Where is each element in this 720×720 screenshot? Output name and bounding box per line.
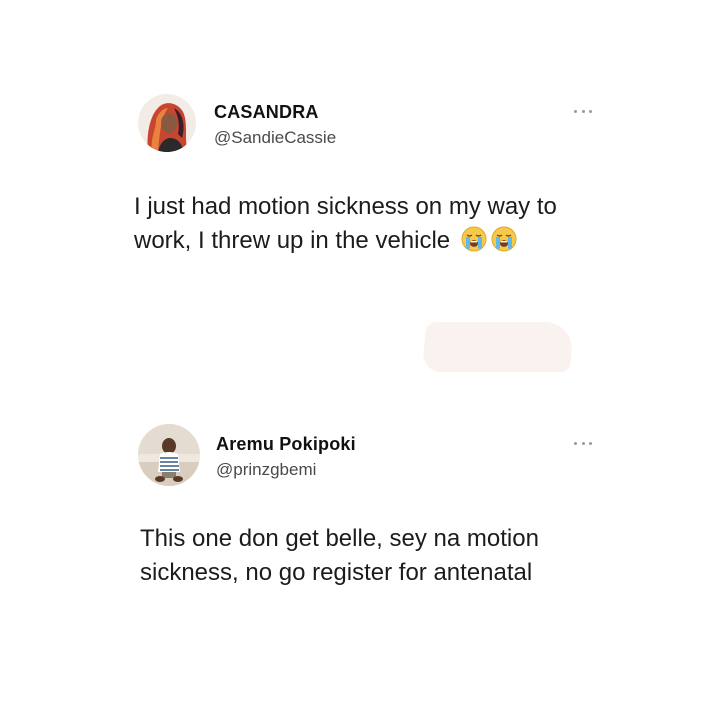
- user-handle[interactable]: @SandieCassie: [214, 128, 336, 148]
- loudly-crying-face-icon: [461, 226, 487, 252]
- loudly-crying-face-icon: [491, 226, 517, 252]
- more-options-icon[interactable]: [574, 108, 592, 114]
- avatar-image: [138, 94, 196, 152]
- avatar-image: [138, 424, 200, 486]
- more-options-icon[interactable]: [574, 440, 592, 446]
- background-smudge: [421, 322, 575, 372]
- display-name[interactable]: Aremu Pokipoki: [216, 434, 356, 455]
- tweet-text: This one don get belle, sey na motion si…: [140, 522, 600, 590]
- avatar[interactable]: [138, 424, 200, 486]
- tweet-body: This one don get belle, sey na motion si…: [140, 525, 539, 586]
- user-handle[interactable]: @prinzgbemi: [216, 460, 316, 480]
- display-name[interactable]: CASANDRA: [214, 102, 319, 123]
- avatar[interactable]: [138, 94, 196, 152]
- page: CASANDRA @SandieCassie I just had motion…: [0, 0, 720, 720]
- tweet-text: I just had motion sickness on my way to …: [134, 190, 604, 258]
